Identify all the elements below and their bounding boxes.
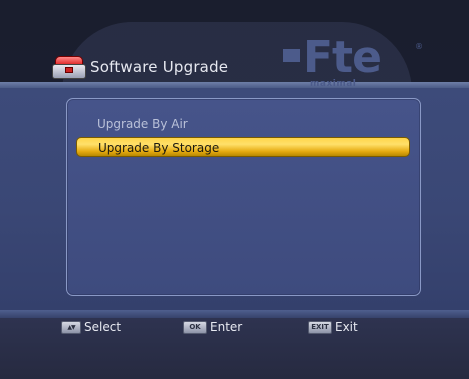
ok-key-icon: OK [183,320,207,334]
osd-screen: Software Upgrade Fte ® maximal Upgrade B… [0,0,469,379]
header: Software Upgrade [52,50,228,84]
logo-registered-mark: ® [415,42,423,51]
logo-square [283,49,300,62]
footer-divider [0,310,469,318]
updown-key-icon: ▲▼ [61,320,81,334]
logo-subtext: maximal [310,79,357,89]
exit-key-icon: EXIT [308,320,332,334]
hint-enter: OK Enter [183,318,242,336]
toolbox-icon [52,56,86,79]
hint-exit-label: Exit [335,320,358,334]
menu-panel: Upgrade By Air Upgrade By Storage [66,98,421,296]
hint-exit: EXIT Exit [308,318,358,336]
menu-item-upgrade-by-air[interactable]: Upgrade By Air [76,114,410,134]
page-title: Software Upgrade [90,58,229,76]
hint-select-label: Select [84,320,122,334]
hint-enter-label: Enter [210,320,243,334]
menu-item-upgrade-by-storage[interactable]: Upgrade By Storage [76,137,410,157]
hint-select: ▲▼ Select [61,318,121,336]
logo-text: Fte [303,32,382,83]
